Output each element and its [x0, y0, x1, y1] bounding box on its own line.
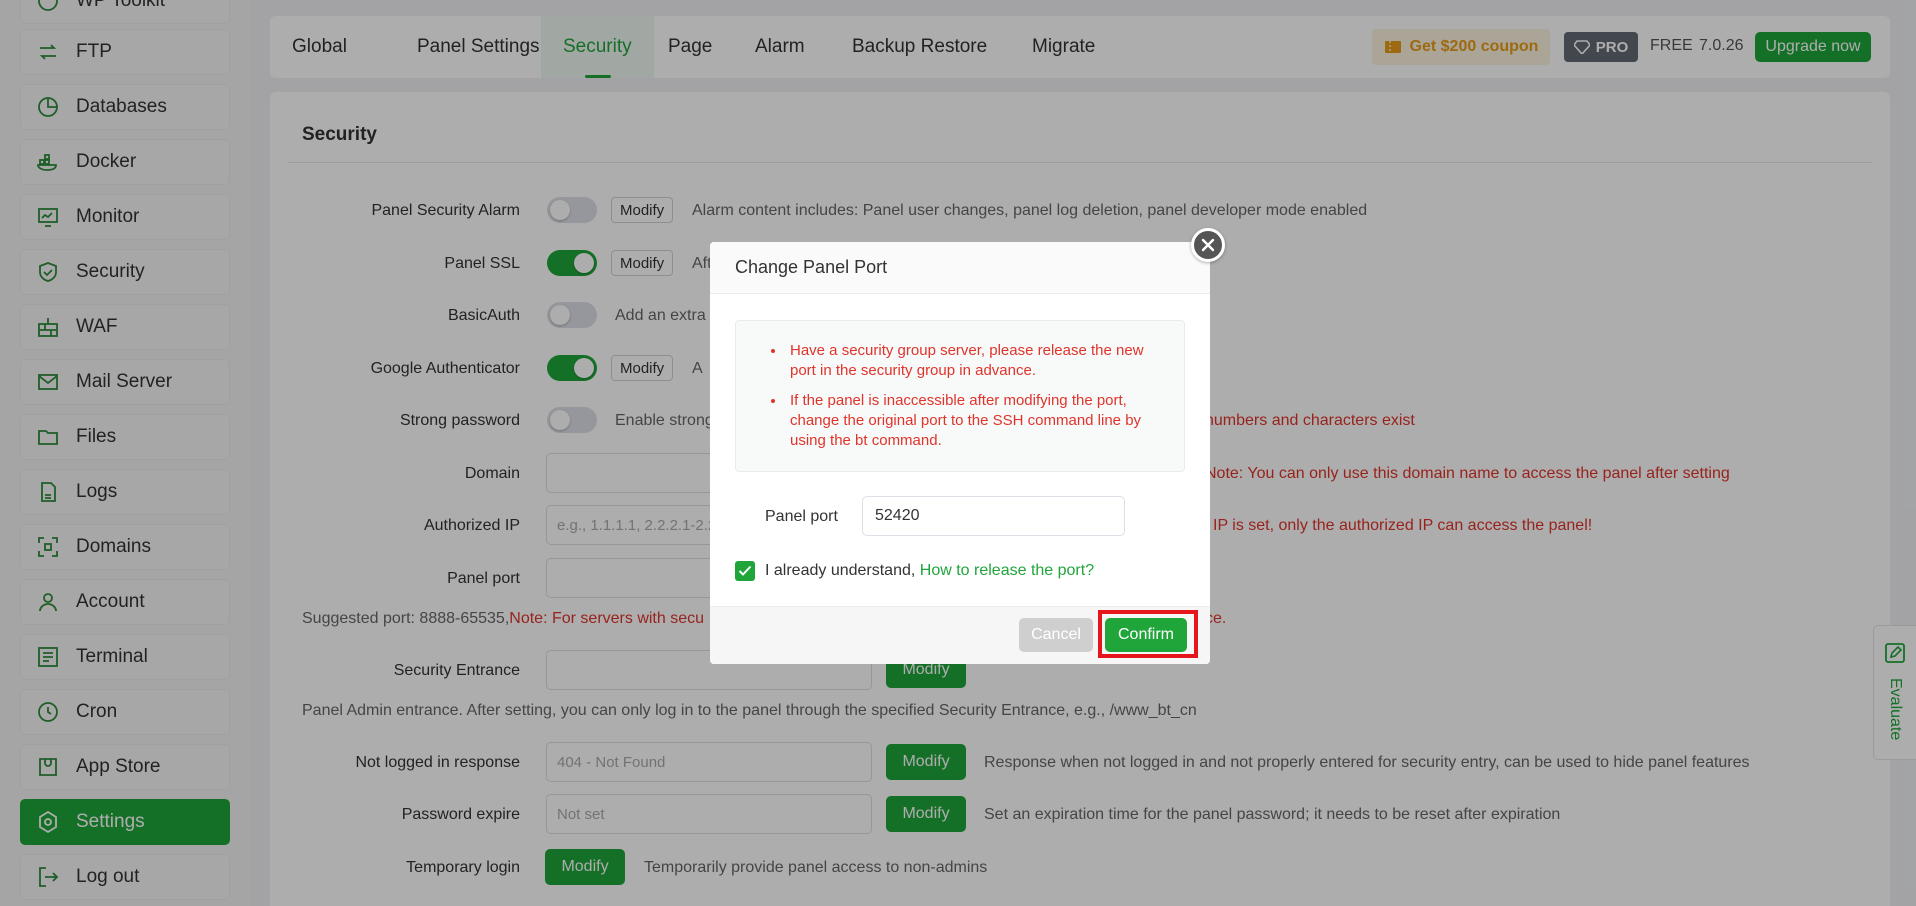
port-input[interactable]: 52420 [862, 496, 1125, 536]
release-port-link[interactable]: How to release the port? [920, 562, 1094, 579]
warning-box: Have a security group server, please rel… [735, 320, 1185, 472]
confirm-highlight-box [1098, 610, 1198, 658]
checkmark-icon [738, 565, 752, 576]
warning-item: If the panel is inaccessible after modif… [786, 391, 1164, 451]
cancel-button[interactable]: Cancel [1019, 618, 1093, 652]
understand-checkbox[interactable] [735, 561, 755, 581]
change-panel-port-dialog: Change Panel Port Have a security group … [710, 228, 1225, 664]
checkbox-text: I already understand, How to release the… [765, 562, 1094, 580]
dialog-title: Change Panel Port [710, 242, 1210, 294]
close-icon [1201, 238, 1215, 252]
checkbox-label: I already understand, [765, 562, 916, 579]
close-button[interactable] [1191, 228, 1225, 262]
port-label: Panel port [765, 508, 838, 525]
warning-item: Have a security group server, please rel… [786, 341, 1164, 381]
